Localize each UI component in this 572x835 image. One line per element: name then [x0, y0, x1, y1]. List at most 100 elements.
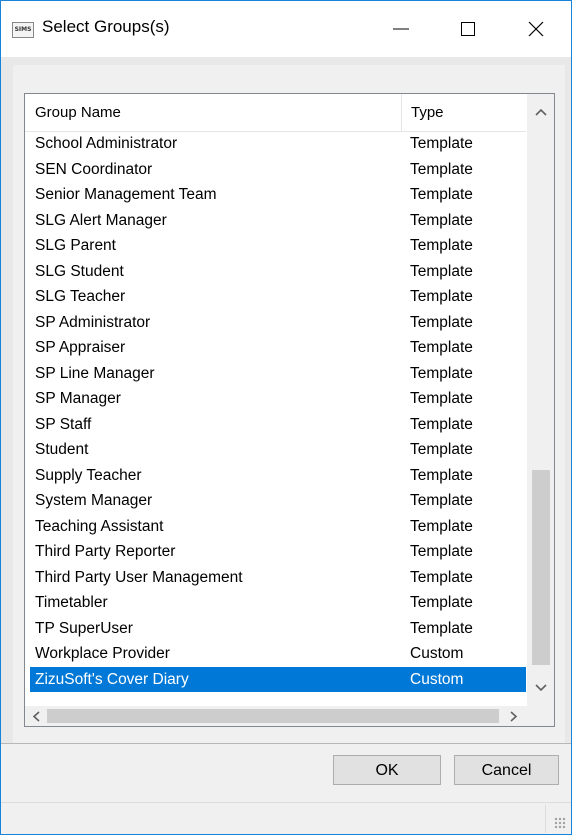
list-row[interactable]: SP Line Manager Template [25, 361, 526, 387]
group-type-cell: Template [410, 466, 473, 484]
scroll-up-icon[interactable] [535, 108, 547, 116]
footer-divider [1, 743, 571, 744]
group-name-cell: Teaching Assistant [35, 517, 164, 535]
group-type-cell: Template [410, 543, 473, 560]
group-name-cell: Senior Management Team [35, 186, 217, 203]
group-name-cell: ZizuSoft's Cover Diary [35, 670, 189, 688]
horizontal-scroll-thumb[interactable] [47, 709, 499, 723]
list-row[interactable]: SLG Student Template [25, 259, 526, 285]
close-icon [528, 21, 544, 37]
list-row-selected[interactable]: ZizuSoft's Cover Diary Custom [30, 666, 526, 692]
list-row[interactable]: SP Manager Template [25, 386, 526, 412]
group-name-cell: SLG Teacher [35, 288, 126, 305]
vertical-scroll-thumb[interactable] [532, 470, 550, 665]
group-type-cell: Template [410, 160, 473, 178]
group-type-cell: Template [410, 441, 473, 458]
group-name-cell: School Administrator [35, 135, 178, 152]
group-type-cell: Custom [410, 645, 464, 662]
scroll-right-icon[interactable] [510, 711, 518, 722]
list-rows: School Administrator Template SEN Coordina… [25, 131, 526, 692]
group-type-cell: Template [410, 288, 473, 305]
group-type-cell: Template [410, 237, 473, 254]
group-type-cell: Template [410, 568, 473, 586]
group-name-cell: SLG Parent [35, 237, 116, 254]
resize-grip-icon[interactable] [554, 817, 566, 829]
group-type-cell: Template [410, 211, 473, 229]
group-name-cell: SP Line Manager [35, 364, 155, 382]
group-name-cell: Workplace Provider [35, 645, 170, 662]
group-name-cell: Timetabler [35, 594, 108, 611]
groups-list[interactable]: Group Name Type School Administrator Temp… [24, 93, 555, 727]
list-row[interactable]: Workplace Provider Custom [25, 641, 526, 667]
group-type-cell: Template [410, 186, 473, 203]
group-name-cell: Third Party User Management [35, 568, 243, 586]
ok-button[interactable]: OK [333, 755, 441, 785]
list-row[interactable]: Third Party Reporter Template [25, 539, 526, 565]
groups-panel: Group Name Type School Administrator Temp… [13, 65, 565, 745]
group-name-cell: SLG Student [35, 262, 124, 280]
horizontal-scrollbar[interactable] [25, 706, 527, 726]
maximize-button[interactable] [433, 1, 503, 57]
scrollbar-corner [527, 706, 554, 726]
group-name-cell: SP Appraiser [35, 339, 126, 356]
title-bar[interactable]: SIMS Select Groups(s) [1, 1, 571, 57]
group-type-cell: Template [410, 364, 473, 382]
column-header-type[interactable]: Type [411, 94, 444, 131]
list-row[interactable]: School Administrator Template [25, 131, 526, 157]
group-type-cell: Custom [410, 670, 464, 688]
dialog-footer: OK Cancel [1, 743, 571, 834]
group-name-cell: System Manager [35, 492, 153, 509]
list-row[interactable]: SLG Parent Template [25, 233, 526, 259]
group-name-cell: SLG Alert Manager [35, 211, 167, 229]
status-bar [1, 802, 571, 834]
cancel-button[interactable]: Cancel [454, 755, 559, 785]
sims-app-icon: SIMS [12, 22, 34, 38]
list-row[interactable]: Supply Teacher Template [25, 463, 526, 489]
window-title: Select Groups(s) [42, 17, 170, 36]
minimize-icon [393, 28, 409, 30]
list-row[interactable]: TP SuperUser Template [25, 616, 526, 642]
list-row[interactable]: Student Template [25, 437, 526, 463]
list-row[interactable]: Third Party User Management Template [25, 565, 526, 591]
group-type-cell: Template [410, 619, 473, 637]
list-row[interactable]: SP Staff Template [25, 412, 526, 438]
list-row[interactable]: SEN Coordinator Template [25, 157, 526, 183]
dialog-content: Group Name Type School Administrator Temp… [1, 57, 571, 745]
group-name-cell: SEN Coordinator [35, 160, 153, 178]
group-name-cell: Third Party Reporter [35, 543, 176, 560]
column-header-group-name[interactable]: Group Name [35, 94, 121, 131]
scroll-down-icon[interactable] [535, 684, 547, 692]
minimize-button[interactable] [366, 1, 436, 57]
list-row[interactable]: Senior Management Team Template [25, 182, 526, 208]
group-type-cell: Template [410, 492, 473, 509]
group-type-cell: Template [410, 594, 473, 611]
close-button[interactable] [501, 1, 571, 57]
group-name-cell: SP Manager [35, 390, 121, 407]
column-divider[interactable] [401, 94, 402, 131]
group-name-cell: SP Staff [35, 415, 92, 433]
group-name-cell: Student [35, 441, 89, 458]
select-groups-dialog: SIMS Select Groups(s) Group Name Type Sc… [0, 0, 572, 835]
vertical-scrollbar[interactable] [527, 94, 554, 706]
group-type-cell: Template [410, 415, 473, 433]
list-row[interactable]: SLG Alert Manager Template [25, 208, 526, 234]
group-type-cell: Template [410, 135, 473, 152]
list-row[interactable]: SLG Teacher Template [25, 284, 526, 310]
maximize-icon [461, 22, 475, 36]
group-name-cell: TP SuperUser [35, 619, 133, 637]
group-name-cell: Supply Teacher [35, 466, 142, 484]
group-type-cell: Template [410, 390, 473, 407]
group-type-cell: Template [410, 517, 473, 535]
group-type-cell: Template [410, 313, 473, 331]
list-row[interactable]: Teaching Assistant Template [25, 514, 526, 540]
list-header: Group Name Type [25, 94, 526, 132]
group-name-cell: SP Administrator [35, 313, 151, 331]
list-row[interactable]: Timetabler Template [25, 590, 526, 616]
list-row[interactable]: SP Appraiser Template [25, 335, 526, 361]
status-bar-divider [545, 805, 546, 833]
list-row[interactable]: SP Administrator Template [25, 310, 526, 336]
group-type-cell: Template [410, 262, 473, 280]
group-type-cell: Template [410, 339, 473, 356]
scroll-left-icon[interactable] [32, 711, 40, 722]
list-row[interactable]: System Manager Template [25, 488, 526, 514]
